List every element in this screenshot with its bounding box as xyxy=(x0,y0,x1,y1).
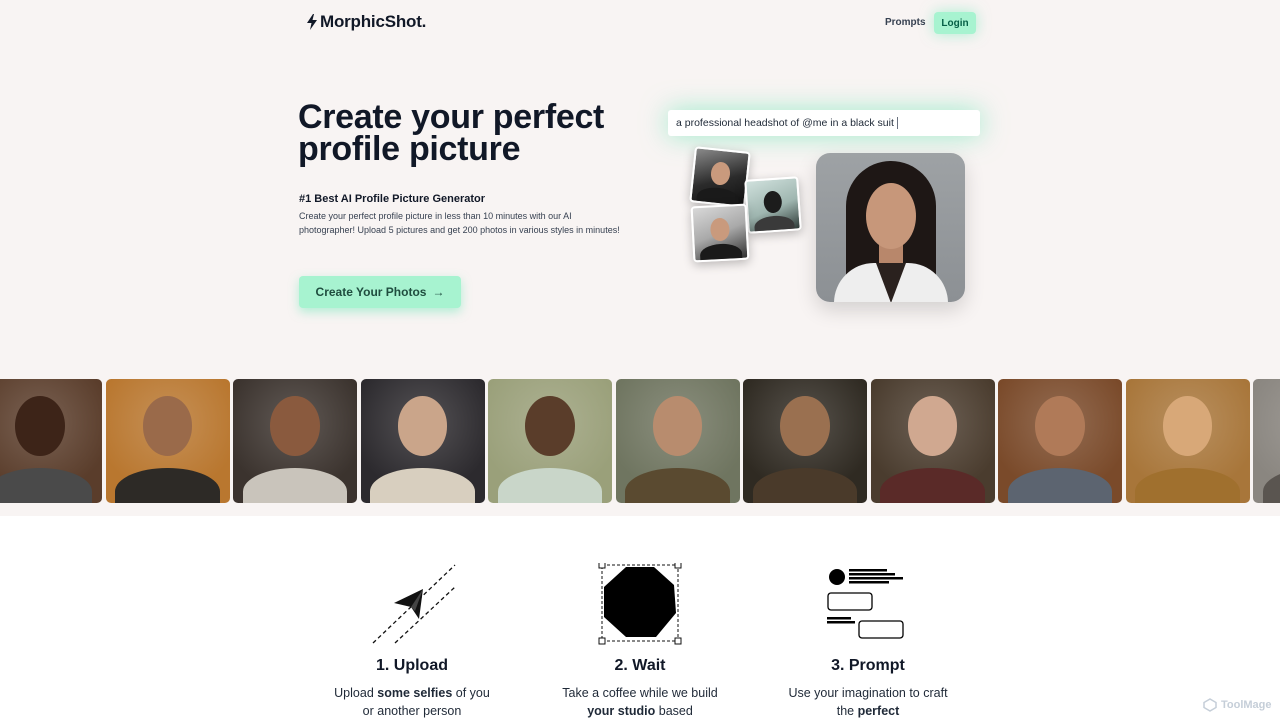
logo[interactable]: MorphicShot. xyxy=(307,12,426,32)
nav-prompts-link[interactable]: Prompts xyxy=(880,16,931,29)
watermark: ToolMage xyxy=(1203,698,1272,712)
gallery-portrait xyxy=(615,379,740,503)
create-photos-label: Create Your Photos xyxy=(315,285,427,299)
create-photos-button[interactable]: Create Your Photos → xyxy=(299,276,461,308)
watermark-text: ToolMage xyxy=(1221,699,1272,711)
hero-description: Create your perfect profile picture in l… xyxy=(299,211,620,235)
gallery-portrait xyxy=(0,379,102,503)
gallery-portrait xyxy=(233,379,357,503)
paper-plane-icon xyxy=(372,564,456,644)
watermark-logo-icon xyxy=(1203,698,1217,712)
gallery-portrait xyxy=(1125,379,1250,503)
how-it-works-section: 1. Upload Upload some selfies of you or … xyxy=(0,516,1280,720)
gallery-portrait xyxy=(488,379,612,503)
site-header: MorphicShot. Prompts Login xyxy=(0,0,1280,46)
gallery-portrait xyxy=(743,379,867,503)
prompt-text: a professional headshot of @me in a blac… xyxy=(676,117,894,129)
gallery-portrait xyxy=(1253,379,1280,503)
step-description: Use your imagination to craft the perfec… xyxy=(788,686,948,718)
generated-headshot-image xyxy=(816,153,965,302)
arrow-right-icon: → xyxy=(432,285,445,299)
login-button[interactable]: Login xyxy=(934,12,976,34)
logo-text: MorphicShot. xyxy=(320,12,427,31)
step-description: Upload some selfies of you or another pe… xyxy=(334,686,490,718)
gallery-portrait xyxy=(105,379,230,503)
step-title: 3. Prompt xyxy=(831,657,905,674)
gallery-portrait xyxy=(870,379,995,503)
gallery-portrait xyxy=(360,379,485,503)
step-title: 2. Wait xyxy=(614,657,666,674)
form-layout-icon xyxy=(827,569,904,639)
step-description: Take a coffee while we build your studio… xyxy=(562,686,718,718)
prompt-input[interactable]: a professional headshot of @me in a blac… xyxy=(668,110,980,136)
gallery-portrait xyxy=(998,379,1122,503)
portrait-gallery xyxy=(0,379,1280,503)
selfie-thumbnail xyxy=(744,176,802,234)
text-caret xyxy=(896,117,898,129)
octagon-shape-icon xyxy=(598,563,682,645)
lightning-icon xyxy=(307,14,317,30)
hero-title: Create your perfect profile picture xyxy=(298,98,605,168)
selfie-thumbnail xyxy=(689,146,751,208)
hero-subtitle: #1 Best AI Profile Picture Generator xyxy=(299,193,486,205)
step-title: 1. Upload xyxy=(375,657,448,674)
selfie-thumbnail xyxy=(690,203,750,263)
